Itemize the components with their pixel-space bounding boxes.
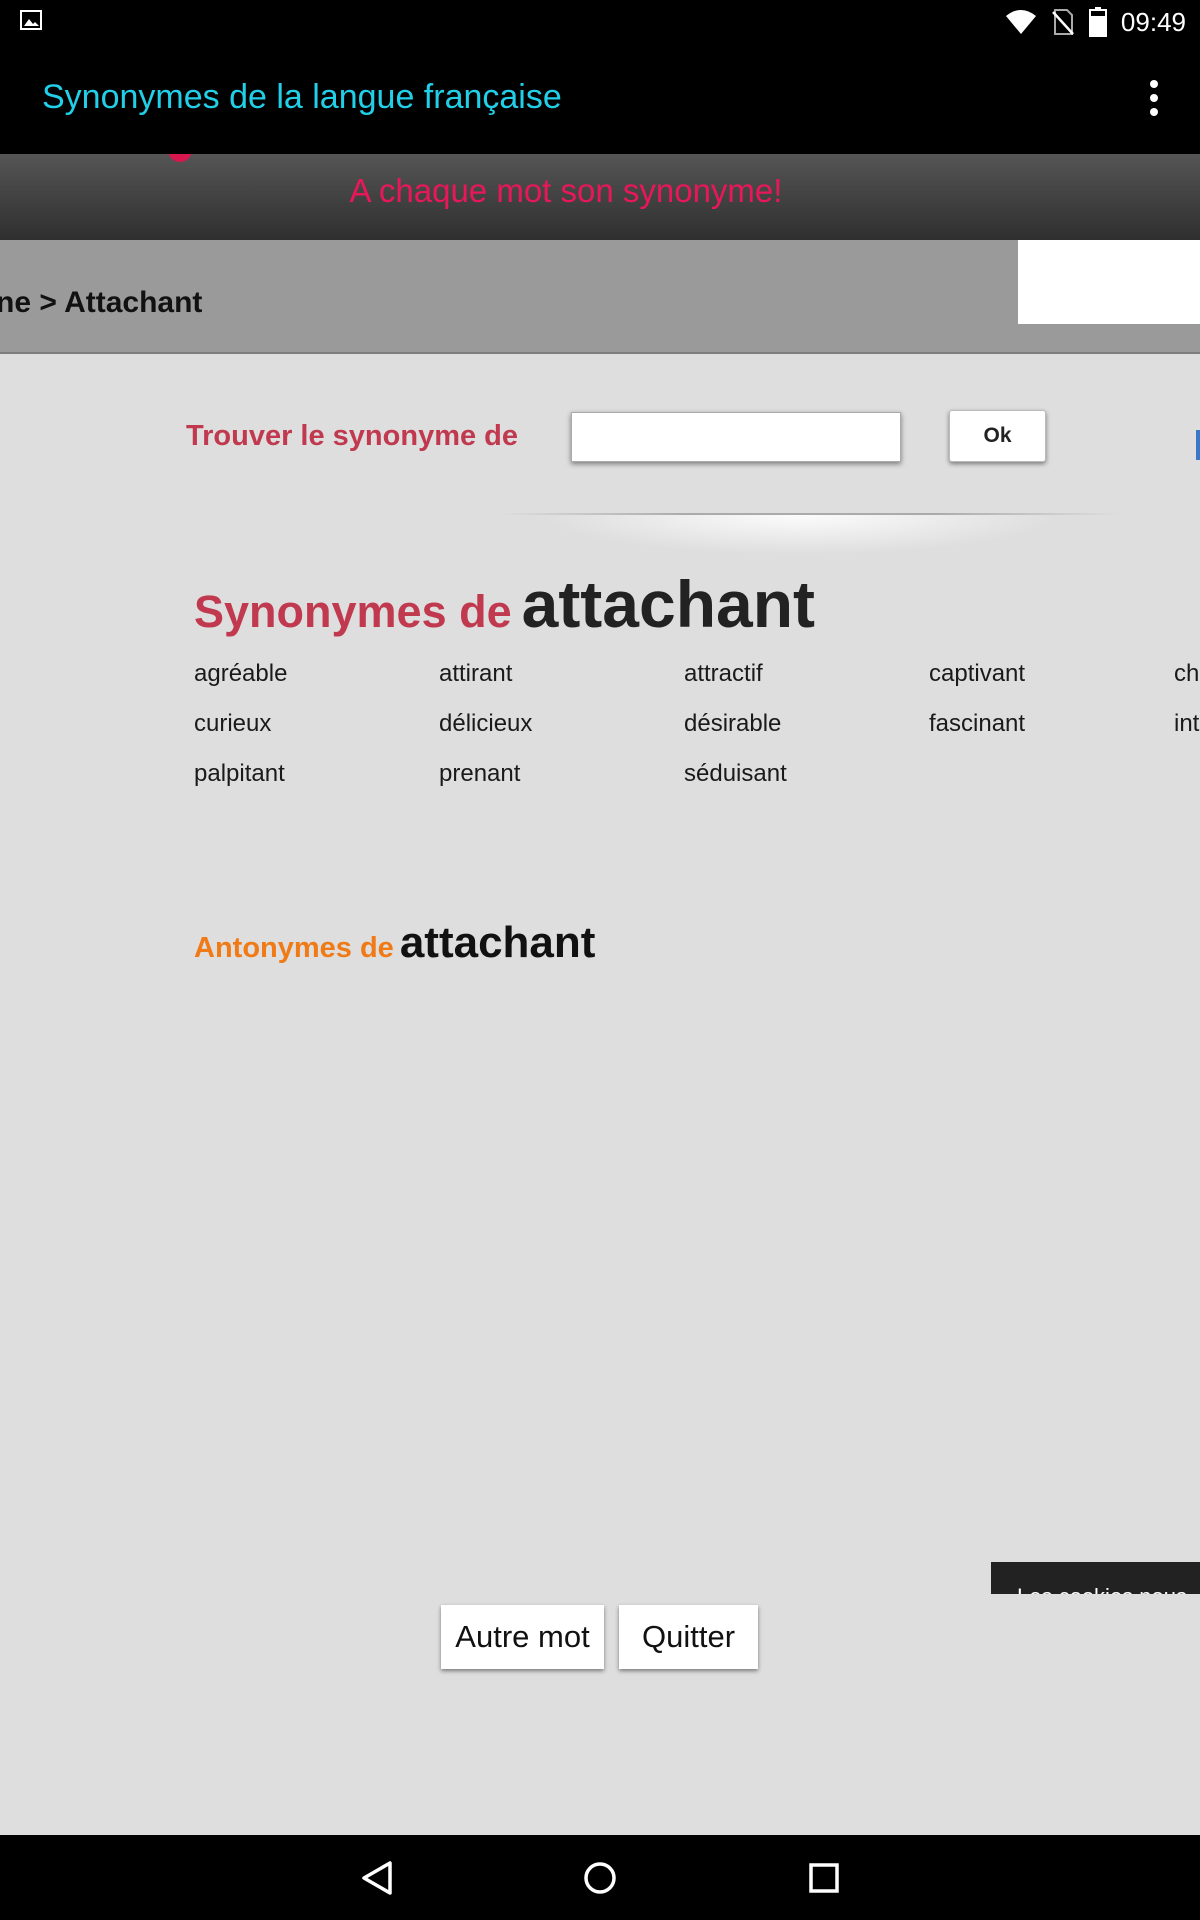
status-icons: 09:49 (1005, 6, 1186, 38)
divider-shadow (540, 515, 1060, 555)
quit-button[interactable]: Quitter (619, 1605, 758, 1669)
synonym-link[interactable]: attirant (439, 660, 512, 688)
app-title: Synonymes de la langue française (42, 78, 562, 116)
back-icon[interactable] (352, 1853, 402, 1903)
site-tagline: A chaque mot son synonyme! (349, 172, 783, 209)
search-label: Trouver le synonyme de (186, 420, 519, 452)
synonym-link[interactable]: captivant (929, 660, 1025, 688)
synonyms-heading: Synonymes de attachant (194, 566, 815, 642)
edge-marker (1196, 430, 1200, 460)
home-icon[interactable] (575, 1853, 625, 1903)
synonyms-heading-word: attachant (521, 567, 816, 641)
action-bar: Synonymes de la langue française (0, 44, 1200, 154)
battery-icon (1088, 7, 1107, 37)
synonym-link[interactable]: séduisant (684, 760, 787, 788)
synonym-link[interactable]: fascinant (929, 710, 1025, 738)
synonym-link[interactable]: délicieux (439, 710, 532, 738)
synonym-link[interactable]: prenant (439, 760, 520, 788)
synonym-link[interactable]: ch (1174, 660, 1199, 688)
synonyms-heading-prefix: Synonymes de (194, 586, 512, 637)
ok-button[interactable]: Ok (949, 410, 1046, 462)
ad-banner[interactable] (1018, 240, 1200, 324)
clock: 09:49 (1120, 6, 1186, 37)
synonym-link[interactable]: palpitant (194, 760, 285, 788)
synonym-link[interactable]: attractif (684, 660, 763, 688)
antonyms-heading: Antonymes de attachant (194, 918, 595, 968)
breadcrumb[interactable]: ne > Attachant (0, 286, 202, 320)
synonym-link[interactable]: curieux (194, 710, 271, 738)
synonym-link[interactable]: désirable (684, 710, 781, 738)
cookie-banner[interactable]: Les cookies nous (991, 1562, 1200, 1594)
logo-fragment (168, 154, 192, 162)
antonyms-heading-prefix: Antonymes de (194, 932, 394, 964)
status-bar: 09:49 (0, 0, 1200, 44)
antonyms-heading-word: attachant (399, 918, 596, 967)
other-word-button[interactable]: Autre mot (441, 1605, 604, 1669)
search-input[interactable] (571, 412, 901, 462)
navigation-bar (0, 1835, 1200, 1920)
recents-icon[interactable] (799, 1853, 849, 1903)
no-sim-icon (1051, 9, 1074, 35)
synonym-link[interactable]: int (1174, 710, 1199, 738)
site-header: A chaque mot son synonyme! (0, 154, 1200, 240)
breadcrumb-band: ne > Attachant (0, 240, 1200, 354)
synonym-link[interactable]: agréable (194, 660, 287, 688)
wifi-icon (1005, 10, 1036, 34)
overflow-menu-icon[interactable] (1148, 80, 1160, 116)
cookie-banner-text: Les cookies nous (1017, 1584, 1187, 1594)
gallery-icon (20, 10, 42, 30)
